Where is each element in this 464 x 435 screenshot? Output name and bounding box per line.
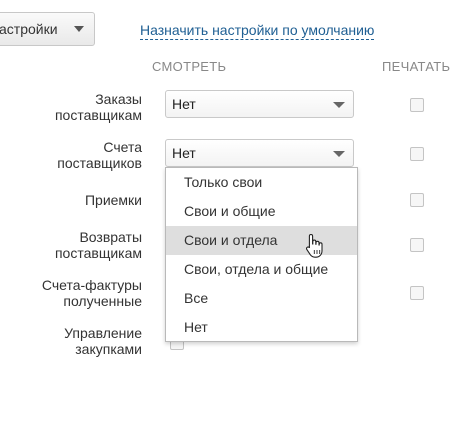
row-label-line: Счета-фактуры xyxy=(41,277,142,293)
supplier-orders-view-select[interactable]: Нет xyxy=(165,90,354,118)
receipts-print-checkbox[interactable] xyxy=(410,193,424,207)
row-label-supplier-returns: Возвраты поставщикам xyxy=(2,229,142,261)
select-value: Нет xyxy=(172,145,196,161)
supplier-orders-print-checkbox[interactable] xyxy=(410,98,424,112)
view-scope-dropdown-list: Только свои Свои и общие Свои и отдела С… xyxy=(165,167,358,342)
row-label-line: Управление xyxy=(64,325,142,341)
row-label-receipts: Приемки xyxy=(2,192,142,208)
chevron-down-icon xyxy=(333,151,345,157)
supplier-invoices-print-checkbox[interactable] xyxy=(410,147,424,161)
row-label-supplier-invoices: Счета поставщиков xyxy=(2,139,142,171)
settings-button-label: астройки xyxy=(0,21,58,37)
row-label-line: поставщиков xyxy=(57,155,142,171)
dropdown-option[interactable]: Только свои xyxy=(166,168,357,197)
row-label-line: поставщикам xyxy=(54,107,142,123)
supplier-returns-print-checkbox[interactable] xyxy=(410,238,424,252)
row-label-line: Заказы xyxy=(95,91,142,107)
select-value: Нет xyxy=(172,96,196,112)
chevron-down-icon xyxy=(74,26,84,32)
row-label-line: полученные xyxy=(63,293,142,309)
row-label-line: Счета xyxy=(103,139,142,155)
column-header-print: ПЕЧАТАТЬ xyxy=(382,59,451,74)
set-defaults-link[interactable]: Назначить настройки по умолчанию xyxy=(140,22,375,40)
received-invoices-print-checkbox[interactable] xyxy=(410,286,424,300)
row-label-supplier-orders: Заказы поставщикам xyxy=(2,91,142,123)
row-label-purchase-management: Управление закупками xyxy=(2,325,142,357)
column-header-view: СМОТРЕТЬ xyxy=(152,59,227,74)
supplier-invoices-view-select[interactable]: Нет xyxy=(165,139,354,167)
settings-dropdown-button[interactable]: астройки xyxy=(0,12,95,46)
row-label-line: Возвраты xyxy=(79,229,142,245)
dropdown-option[interactable]: Нет xyxy=(166,313,357,342)
dropdown-option-hovered[interactable]: Свои и отдела xyxy=(166,226,357,255)
row-label-line: поставщикам xyxy=(54,245,142,261)
chevron-down-icon xyxy=(333,102,345,108)
dropdown-option[interactable]: Свои, отдела и общие xyxy=(166,255,357,284)
row-label-line: закупками xyxy=(75,341,142,357)
row-label-line: Приемки xyxy=(84,192,142,208)
dropdown-option[interactable]: Свои и общие xyxy=(166,197,357,226)
dropdown-option[interactable]: Все xyxy=(166,284,357,313)
row-label-received-invoices: Счета-фактуры полученные xyxy=(2,277,142,309)
hand-pointer-icon xyxy=(305,233,323,258)
